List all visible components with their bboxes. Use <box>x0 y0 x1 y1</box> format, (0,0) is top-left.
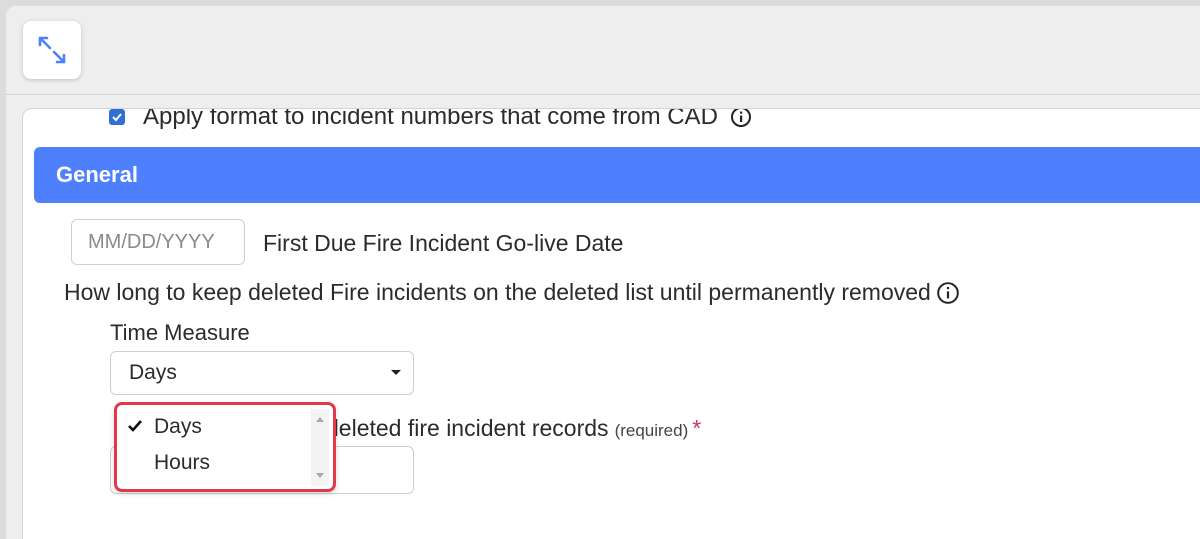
expand-arrows-icon <box>38 36 66 64</box>
golive-date-input[interactable] <box>71 219 245 265</box>
retention-question: How long to keep deleted Fire incidents … <box>64 279 960 306</box>
time-measure-label: Time Measure <box>110 320 250 345</box>
golive-date-label: First Due Fire Incident Go-live Date <box>263 230 624 256</box>
cad-format-label: Apply format to incident numbers that co… <box>143 108 718 130</box>
scroll-up-icon[interactable] <box>316 417 324 422</box>
info-circle-icon[interactable] <box>936 281 960 305</box>
time-measure-select[interactable]: Days <box>110 351 414 395</box>
dropdown-option-hours[interactable]: Hours <box>117 446 309 480</box>
retention-question-text: How long to keep deleted Fire incidents … <box>64 279 931 305</box>
records-label-text: deleted fire incident records <box>326 415 609 441</box>
time-measure-dropdown: Days Hours <box>114 402 336 492</box>
time-measure-value: Days <box>129 361 177 384</box>
required-asterisk: * <box>692 415 702 441</box>
checkmark-icon <box>112 113 122 122</box>
section-title: General <box>56 162 138 187</box>
cad-format-row: Apply format to incident numbers that co… <box>109 108 752 131</box>
info-circle-icon[interactable] <box>730 109 752 128</box>
app-window: Apply format to incident numbers that co… <box>6 6 1200 539</box>
checkmark-icon <box>128 420 142 432</box>
caret-down-icon <box>391 370 401 375</box>
records-label: deleted fire incident records (required) * <box>326 415 701 442</box>
required-hint: (required) <box>614 421 689 440</box>
section-header-general: General <box>34 147 1200 203</box>
dropdown-scrollbar[interactable] <box>311 409 329 486</box>
scroll-down-icon[interactable] <box>316 473 324 478</box>
cad-format-checkbox[interactable] <box>109 109 125 125</box>
dropdown-option-label: Days <box>154 415 202 438</box>
top-toolbar <box>6 6 1200 95</box>
dropdown-option-label: Hours <box>154 451 211 474</box>
expand-button[interactable] <box>23 21 81 79</box>
dropdown-option-days[interactable]: Days <box>117 410 309 444</box>
